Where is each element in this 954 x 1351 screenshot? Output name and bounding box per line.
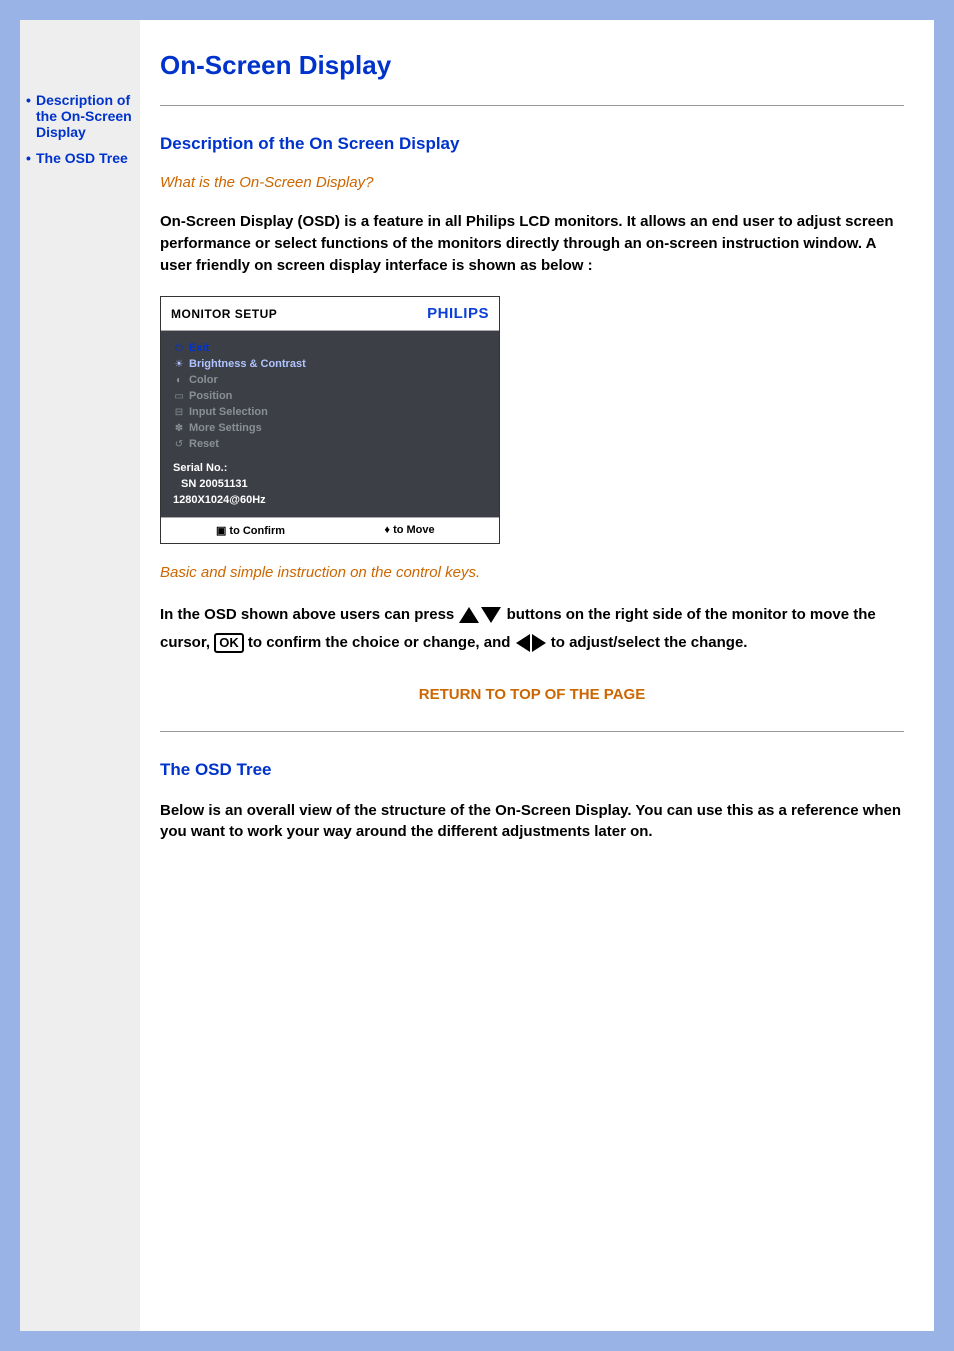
osd-menu-more: More Settings xyxy=(189,421,262,437)
osd-menu-exit: Exit xyxy=(189,341,209,357)
osd-footer: ▣ to Confirm ♦ to Move xyxy=(161,517,499,543)
sidebar: Description of the On-Screen Display The… xyxy=(20,20,140,1331)
osd-resolution: 1280X1024@60Hz xyxy=(173,493,487,509)
right-arrow-icon xyxy=(532,634,546,652)
osd-screenshot: MONITOR SETUP PHILIPS ⏻ Exit ☀ Brightness … xyxy=(160,296,500,543)
osd-tree-paragraph: Below is an overall view of the structur… xyxy=(160,800,904,844)
instr-pre: In the OSD shown above users can press xyxy=(160,606,458,623)
osd-footer-move: ♦ to Move xyxy=(330,524,489,537)
question-subhead: What is the On-Screen Display? xyxy=(160,174,904,191)
osd-header-title: MONITOR SETUP xyxy=(171,307,277,321)
input-icon: ⊟ xyxy=(173,406,185,421)
section-heading-osd-tree: The OSD Tree xyxy=(160,760,904,780)
osd-menu-brightness: Brightness & Contrast xyxy=(189,357,306,373)
divider xyxy=(160,105,904,106)
instr-post: to adjust/select the change. xyxy=(551,634,748,651)
reset-icon: ↺ xyxy=(173,438,185,453)
ok-button-icon: OK xyxy=(214,633,244,653)
osd-footer-confirm-text: to Confirm xyxy=(229,525,285,537)
return-to-top-link[interactable]: RETURN TO TOP OF THE PAGE xyxy=(160,686,904,703)
color-icon: ◐ xyxy=(173,374,185,389)
brightness-icon: ☀ xyxy=(173,358,185,373)
confirm-icon: ▣ xyxy=(216,525,226,537)
sidebar-item-description[interactable]: Description of the On-Screen Display xyxy=(26,92,136,140)
osd-serial-label: Serial No.: xyxy=(173,461,487,477)
osd-menu-position: Position xyxy=(189,389,232,405)
main-content: On-Screen Display Description of the On … xyxy=(140,20,934,1331)
divider xyxy=(160,731,904,732)
osd-menu-input: Input Selection xyxy=(189,405,268,421)
osd-serial-value: SN 20051131 xyxy=(173,477,487,493)
osd-menu-color: Color xyxy=(189,373,218,389)
up-arrow-icon xyxy=(459,607,479,623)
move-icon: ♦ xyxy=(384,524,390,536)
page-wrap: Description of the On-Screen Display The… xyxy=(20,20,934,1331)
instr-mid2: to confirm the choice or change, and xyxy=(248,634,515,651)
control-instructions: In the OSD shown above users can press b… xyxy=(160,601,904,658)
down-arrow-icon xyxy=(481,607,501,623)
page-title: On-Screen Display xyxy=(160,50,904,81)
sidebar-link-description[interactable]: Description of the On-Screen Display xyxy=(36,92,132,140)
position-icon: ▭ xyxy=(173,390,185,405)
sidebar-item-osd-tree[interactable]: The OSD Tree xyxy=(26,150,136,166)
osd-body: ⏻ Exit ☀ Brightness & Contrast ◐ Color ▭ Pos… xyxy=(161,331,499,516)
intro-paragraph: On-Screen Display (OSD) is a feature in … xyxy=(160,211,904,276)
osd-menu-reset: Reset xyxy=(189,437,219,453)
osd-footer-confirm: ▣ to Confirm xyxy=(171,524,330,537)
osd-caption: Basic and simple instruction on the cont… xyxy=(160,564,904,581)
brand-logo: PHILIPS xyxy=(427,305,489,322)
sidebar-link-osd-tree[interactable]: The OSD Tree xyxy=(36,150,128,166)
section-heading-description: Description of the On Screen Display xyxy=(160,134,904,154)
page-outer: Description of the On-Screen Display The… xyxy=(0,0,954,1331)
exit-icon: ⏻ xyxy=(173,342,185,357)
more-icon: ✽ xyxy=(173,422,185,437)
osd-footer-move-text: to Move xyxy=(393,524,435,536)
osd-header: MONITOR SETUP PHILIPS xyxy=(161,297,499,331)
left-arrow-icon xyxy=(516,634,530,652)
